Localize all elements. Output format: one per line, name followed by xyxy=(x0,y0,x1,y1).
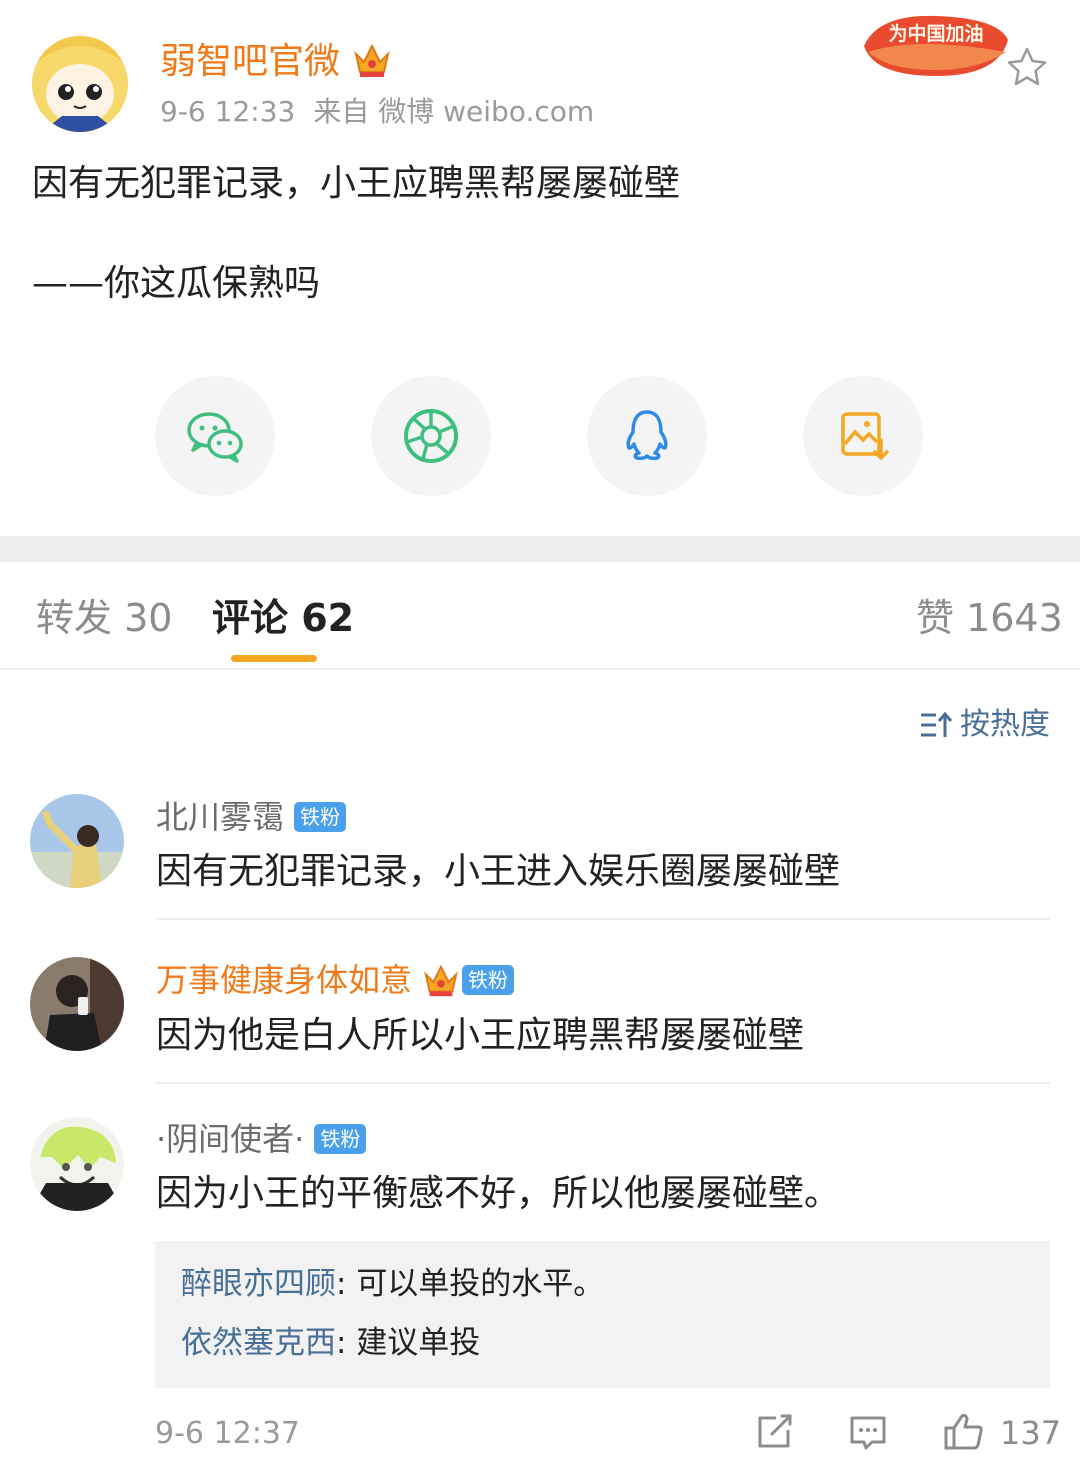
author-name[interactable]: 弱智吧官微 xyxy=(160,38,340,86)
qq-icon xyxy=(626,410,668,461)
reply-username[interactable]: 依然塞克西 xyxy=(181,1325,336,1361)
comment-username[interactable]: 万事健康身体如意 铁粉 xyxy=(156,957,515,1003)
reply-item: 醉眼亦四顾: 可以单投的水平。 xyxy=(181,1261,604,1307)
thumbs-up-icon[interactable] xyxy=(942,1410,986,1454)
section-divider xyxy=(0,536,1080,562)
moments-icon xyxy=(404,409,458,463)
post-time: 9-6 12:33 xyxy=(160,95,296,128)
comment-avatar[interactable] xyxy=(30,794,124,888)
comment-divider xyxy=(156,1082,1050,1084)
post-text-line-2: ——你这瓜保熟吗 xyxy=(32,263,321,304)
comment-username-text: ·阴间使者· xyxy=(156,1120,305,1158)
wechat-icon xyxy=(187,412,243,463)
reply-username[interactable]: 醉眼亦四顾 xyxy=(181,1266,336,1302)
reply-separator: : xyxy=(336,1325,357,1361)
fan-badge: 铁粉 xyxy=(462,965,515,995)
reply-item: 依然塞克西: 建议单投 xyxy=(181,1320,480,1366)
comment-text: 因为他是白人所以小王应聘黑帮屡屡碰壁 xyxy=(156,1015,805,1056)
sort-button[interactable]: 按热度 xyxy=(918,702,1050,748)
comment-text: 因为小王的平衡感不好，所以他屡屡碰壁。 xyxy=(156,1173,841,1214)
sort-label: 按热度 xyxy=(960,707,1050,742)
share-icon[interactable] xyxy=(752,1410,796,1454)
like-count: 137 xyxy=(1000,1414,1062,1452)
comment-username-text: 万事健康身体如意 xyxy=(156,961,413,999)
fan-badge: 铁粉 xyxy=(314,1124,367,1154)
share-qq-button[interactable] xyxy=(587,376,707,496)
save-image-icon xyxy=(841,412,889,460)
post-meta: 9-6 12:33 来自 微博 weibo.com xyxy=(160,90,612,134)
reply-text: 建议单投 xyxy=(356,1325,481,1361)
reply-text: 可以单投的水平。 xyxy=(356,1266,605,1302)
active-tab-indicator xyxy=(231,655,317,662)
fan-badge: 铁粉 xyxy=(294,802,347,832)
comment-avatar[interactable] xyxy=(30,1117,124,1211)
sort-icon xyxy=(921,711,953,737)
star-icon[interactable] xyxy=(1004,44,1050,90)
comment-username-text: 北川雾霭 xyxy=(156,798,285,836)
reply-separator: : xyxy=(336,1266,357,1302)
crown-icon xyxy=(424,964,458,997)
comment-divider xyxy=(156,918,1050,920)
comment-text: 因有无犯罪记录，小王进入娱乐圈屡屡碰壁 xyxy=(156,851,841,892)
tab-divider xyxy=(0,668,1080,670)
comment-username[interactable]: 北川雾霭 铁粉 xyxy=(156,794,347,840)
comment-username[interactable]: ·阴间使者· 铁粉 xyxy=(156,1116,367,1162)
cheer-china-badge[interactable]: 为中国加油 xyxy=(858,6,1014,82)
cheer-badge-text: 为中国加油 xyxy=(888,22,983,45)
save-image-button[interactable] xyxy=(803,376,923,496)
author-avatar[interactable] xyxy=(32,36,128,132)
tab-comments[interactable]: 评论 62 xyxy=(212,590,354,646)
tab-likes[interactable]: 赞 1643 xyxy=(916,590,1063,646)
post-text-line-1: 因有无犯罪记录，小王应聘黑帮屡屡碰壁 xyxy=(32,163,681,204)
tab-repost[interactable]: 转发 30 xyxy=(36,590,172,646)
crown-icon xyxy=(352,40,392,80)
share-moments-button[interactable] xyxy=(371,376,491,496)
reply-icon[interactable] xyxy=(846,1410,890,1454)
post-source: 来自 微博 weibo.com xyxy=(313,95,595,128)
comment-time: 9-6 12:37 xyxy=(155,1416,300,1451)
share-wechat-button[interactable] xyxy=(155,376,275,496)
comment-avatar[interactable] xyxy=(30,957,124,1051)
